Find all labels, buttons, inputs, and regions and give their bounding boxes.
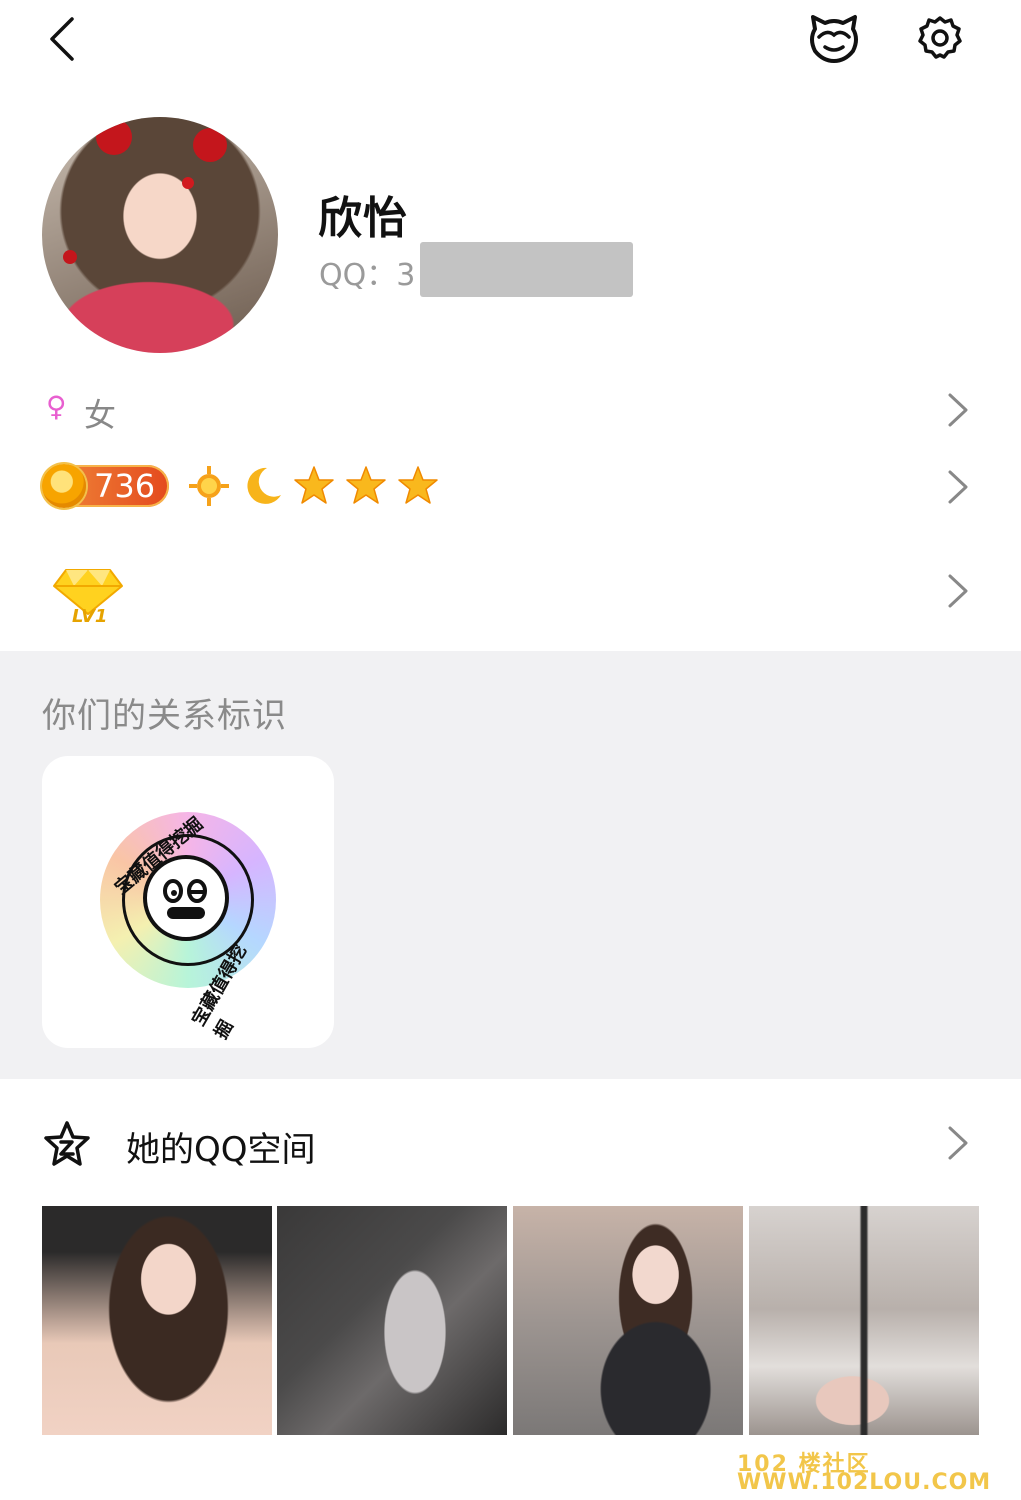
qzone-star-icon [44, 1121, 90, 1166]
sun-icon [189, 466, 229, 506]
watermark-line2: WWW.102LOU.COM [737, 1470, 992, 1495]
chevron-right-icon [948, 1126, 968, 1160]
moon-icon [247, 467, 281, 504]
gear-icon [918, 16, 962, 59]
relationship-badge-card[interactable]: 宝藏值得挖掘 宝藏值得挖掘 [42, 756, 334, 1048]
mascot-button[interactable] [806, 12, 862, 64]
relationship-section-title: 你们的关系标识 [42, 696, 287, 736]
relationship-badge: 宝藏值得挖掘 宝藏值得挖掘 [100, 812, 276, 1043]
vip-row[interactable] [0, 556, 1021, 636]
level-badge: 736 [42, 464, 169, 508]
female-icon: ♀ [46, 390, 67, 423]
level-value: 736 [94, 467, 156, 505]
back-button[interactable] [38, 14, 86, 64]
chevron-left-icon [50, 17, 74, 61]
avatar-decoration-icon [63, 119, 227, 264]
profile-name: 欣怡 [318, 193, 408, 244]
qq-number: QQ：3 [319, 258, 416, 293]
redaction-box [420, 242, 633, 297]
coin-icon [42, 464, 86, 508]
vip-level-label: LV1 [72, 606, 108, 627]
qzone-photo[interactable] [277, 1206, 507, 1435]
star-icon [398, 466, 438, 504]
chevron-right-icon [948, 470, 968, 504]
gender-label: 女 [84, 396, 117, 434]
qzone-title: 她的QQ空间 [126, 1130, 316, 1170]
star-icon [294, 466, 334, 504]
penguin-face-icon [810, 15, 858, 63]
chevron-right-icon [948, 574, 968, 608]
qzone-photo[interactable] [749, 1206, 979, 1435]
settings-button[interactable] [914, 12, 966, 64]
qzone-photo[interactable] [42, 1206, 272, 1435]
chevron-right-icon [948, 393, 968, 427]
qzone-photo[interactable] [513, 1206, 743, 1435]
gender-row[interactable]: ♀ 女 [0, 380, 1021, 440]
avatar[interactable] [42, 117, 278, 353]
star-icon [346, 466, 386, 504]
